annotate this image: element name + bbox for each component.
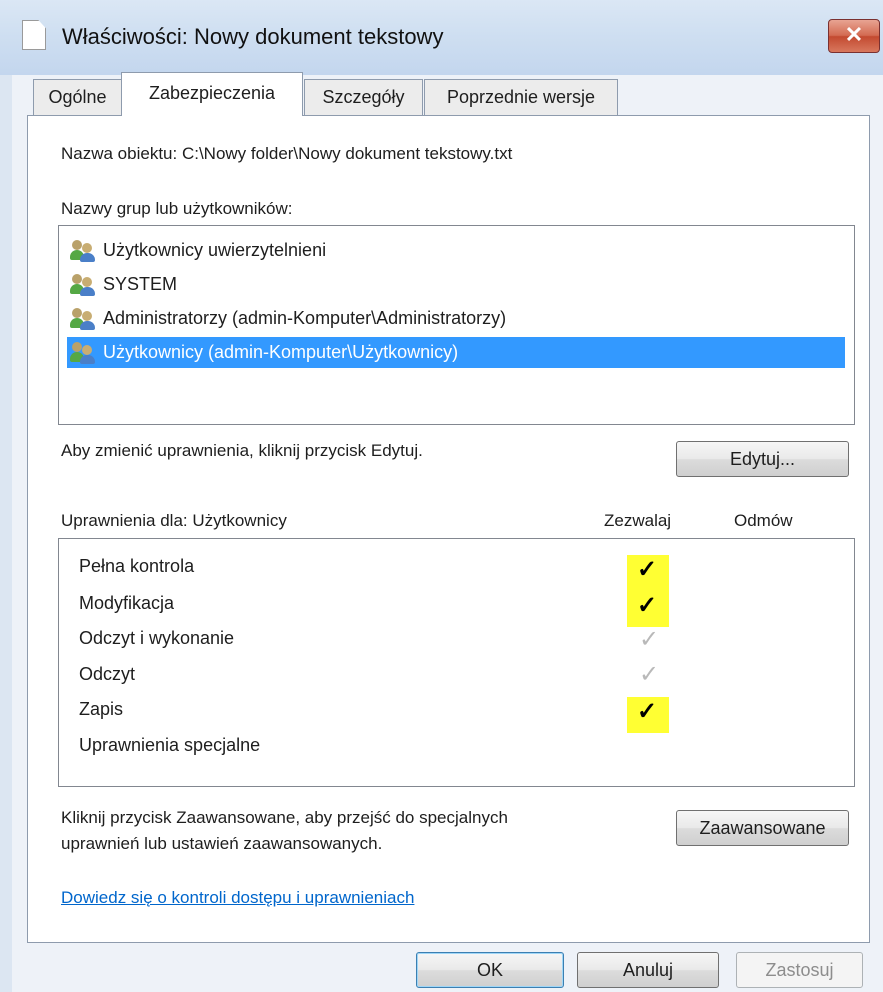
check-icon-inherited: ✓ <box>639 661 660 688</box>
window-title: Właściwości: Nowy dokument tekstowy <box>62 24 444 49</box>
permission-label: Zapis <box>79 699 124 719</box>
permissions-header: Uprawnienia dla: Użytkownicy <box>61 511 287 530</box>
advanced-hint-line1: Kliknij przycisk Zaawansowane, aby przej… <box>61 808 508 827</box>
tab-poprzednie-wersje[interactable]: Poprzednie wersje <box>424 79 618 115</box>
list-item-selected[interactable]: Użytkownicy (admin-Komputer\Użytkownicy) <box>67 337 845 368</box>
window-edge <box>0 75 12 992</box>
edit-button[interactable]: Edytuj... <box>676 441 849 477</box>
list-item-label: Użytkownicy uwierzytelnieni <box>103 240 327 260</box>
permission-label: Odczyt i wykonanie <box>79 628 235 648</box>
advanced-hint-line2: uprawnień lub ustawień zaawansowanych. <box>61 834 383 853</box>
cancel-button[interactable]: Anuluj <box>577 952 719 988</box>
edit-hint: Aby zmienić uprawnienia, kliknij przycis… <box>61 441 423 460</box>
users-icon <box>70 240 100 262</box>
advanced-button[interactable]: Zaawansowane <box>676 810 849 846</box>
allow-column-header: Zezwalaj <box>604 511 672 530</box>
users-icon <box>70 308 100 330</box>
check-icon: ✓ <box>637 556 658 583</box>
permissions-list: Pełna kontrola ✓ Modyfikacja ✓ Odczyt i … <box>58 538 855 787</box>
users-icon <box>70 274 100 296</box>
list-item-label: SYSTEM <box>103 274 178 294</box>
tab-szczegoly[interactable]: Szczegóły <box>304 79 423 115</box>
permission-label: Pełna kontrola <box>79 556 195 576</box>
tab-zabezpieczenia[interactable]: Zabezpieczenia <box>121 72 303 116</box>
object-name: Nazwa obiektu: C:\Nowy folder\Nowy dokum… <box>61 144 513 163</box>
title-bar: Właściwości: Nowy dokument tekstowy ✕ <box>0 0 883 75</box>
groups-listbox[interactable]: Użytkownicy uwierzytelnieni SYSTEM Admin… <box>58 225 855 425</box>
groups-label: Nazwy grup lub użytkowników: <box>61 199 293 218</box>
help-link[interactable]: Dowiedz się o kontroli dostępu i uprawni… <box>61 888 414 908</box>
users-icon <box>70 342 100 364</box>
list-item-label: Użytkownicy (admin-Komputer\Użytkownicy) <box>103 342 459 362</box>
permission-label: Uprawnienia specjalne <box>79 735 261 755</box>
close-icon: ✕ <box>844 22 864 47</box>
document-icon <box>22 20 46 50</box>
check-icon: ✓ <box>637 592 658 619</box>
permission-label: Odczyt <box>79 664 136 684</box>
ok-button[interactable]: OK <box>416 952 564 988</box>
list-item-label: Administratorzy (admin-Komputer\Administ… <box>103 308 507 328</box>
tab-ogolne[interactable]: Ogólne <box>33 79 122 115</box>
check-icon-inherited: ✓ <box>639 626 660 653</box>
apply-button[interactable]: Zastosuj <box>736 952 863 988</box>
permission-label: Modyfikacja <box>79 593 175 613</box>
close-button[interactable]: ✕ <box>828 19 880 53</box>
deny-column-header: Odmów <box>734 511 793 530</box>
check-icon: ✓ <box>637 698 658 725</box>
